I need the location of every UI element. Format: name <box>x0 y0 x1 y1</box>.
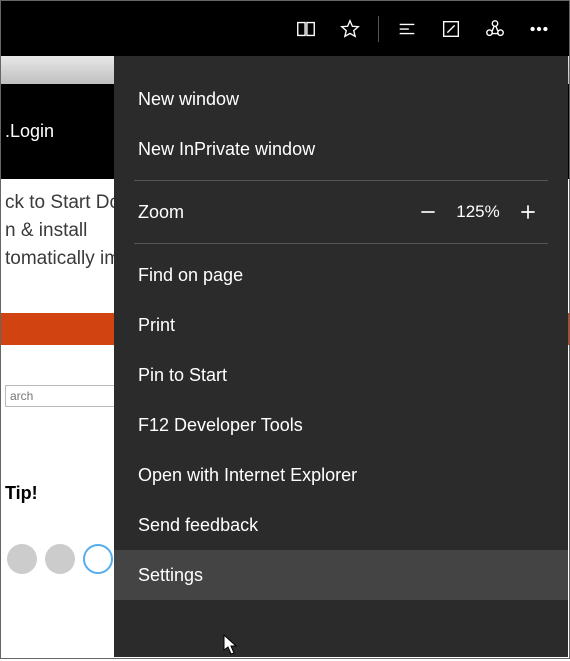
hub-icon[interactable] <box>385 1 429 56</box>
toolbar-divider <box>378 16 379 42</box>
menu-settings[interactable]: Settings <box>114 550 568 600</box>
menu-pin[interactable]: Pin to Start <box>114 350 568 400</box>
search-input[interactable] <box>5 385 115 407</box>
zoom-out-button[interactable] <box>408 192 448 232</box>
facebook-icon[interactable] <box>7 544 37 574</box>
menu-new-inprivate[interactable]: New InPrivate window <box>114 124 568 174</box>
menu-print[interactable]: Print <box>114 300 568 350</box>
menu-zoom-row: Zoom 125% <box>114 187 568 237</box>
more-menu: New window New InPrivate window Zoom 125… <box>114 56 568 657</box>
zoom-label: Zoom <box>138 202 408 223</box>
menu-feedback[interactable]: Send feedback <box>114 500 568 550</box>
menu-open-ie[interactable]: Open with Internet Explorer <box>114 450 568 500</box>
reading-view-icon[interactable] <box>284 1 328 56</box>
menu-f12[interactable]: F12 Developer Tools <box>114 400 568 450</box>
menu-find[interactable]: Find on page <box>114 250 568 300</box>
menu-divider <box>134 180 548 181</box>
titlebar <box>1 1 569 56</box>
menu-new-window[interactable]: New window <box>114 74 568 124</box>
twitter-icon[interactable] <box>45 544 75 574</box>
linkedin-icon[interactable]: in <box>83 544 113 574</box>
favorite-star-icon[interactable] <box>328 1 372 56</box>
zoom-in-button[interactable] <box>508 192 548 232</box>
menu-divider <box>134 243 548 244</box>
share-icon[interactable] <box>473 1 517 56</box>
web-note-icon[interactable] <box>429 1 473 56</box>
zoom-value: 125% <box>448 202 508 222</box>
login-text: .Login <box>5 121 54 142</box>
more-icon[interactable] <box>517 1 561 56</box>
